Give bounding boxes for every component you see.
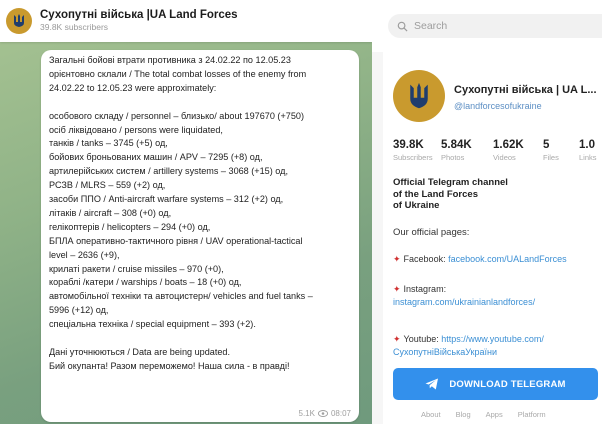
stat-value: 5 bbox=[543, 139, 550, 151]
youtube-link-row: ✦ Youtube: https://www.youtube.com/ Сухоп… bbox=[393, 333, 598, 358]
search-icon bbox=[397, 21, 408, 32]
message-line: автомобільної техніки та автоцистерн/ ve… bbox=[49, 291, 313, 302]
message-line: level – 2636 (+9), bbox=[49, 249, 120, 260]
footer-link-about[interactable]: About bbox=[421, 410, 441, 419]
stat-subscribers[interactable]: 39.8K Subscribers bbox=[393, 138, 433, 164]
facebook-link-row: ✦ Facebook: facebook.com/UALandForces bbox=[393, 253, 598, 266]
profile-handle[interactable]: @landforcesofukraine bbox=[454, 101, 542, 111]
stat-label: Videos bbox=[493, 153, 516, 162]
stat-value: 39.8K bbox=[393, 139, 424, 151]
stat-label: Files bbox=[543, 153, 559, 162]
youtube-label: Youtube: bbox=[403, 334, 439, 344]
telegram-plane-icon bbox=[425, 378, 439, 390]
message-line: бойових броньованих машин / APV – 7295 (… bbox=[49, 152, 263, 163]
message-line: орієнтовно склали / The total combat los… bbox=[49, 68, 307, 79]
stat-value: 5.84K bbox=[441, 139, 472, 151]
footer-link-blog[interactable]: Blog bbox=[456, 410, 471, 419]
message-line: крилаті ракети / cruise missiles – 970 (… bbox=[49, 263, 224, 274]
description-line: of the Land Forces bbox=[393, 188, 478, 200]
message-line: кораблі /катери / warships / boats – 18 … bbox=[49, 277, 242, 288]
profile-card: Сухопутні війська | UA L... @landforceso… bbox=[383, 52, 602, 424]
message-line: РСЗВ / MLRS – 559 (+2) од, bbox=[49, 180, 166, 191]
facebook-label: Facebook: bbox=[403, 254, 446, 264]
eye-icon bbox=[317, 410, 328, 417]
stat-links[interactable]: 1.0 Links bbox=[579, 138, 597, 164]
download-label: DOWNLOAD TELEGRAM bbox=[449, 378, 566, 390]
channel-title[interactable]: Сухопутні війська |UA Land Forces bbox=[40, 9, 238, 22]
pushpin-icon: ✦ bbox=[393, 254, 401, 264]
message-meta: 5.1K 08:07 bbox=[299, 409, 352, 418]
stat-value: 1.0 bbox=[579, 139, 595, 151]
message-line: танків / tanks – 3745 (+5) од, bbox=[49, 138, 168, 149]
message-line: артилерійських систем / artillery system… bbox=[49, 166, 288, 177]
footer-links: About Blog Apps Platform bbox=[421, 410, 546, 419]
message-line: осіб ліквідовано / persons were liquidat… bbox=[49, 124, 223, 135]
channel-message[interactable]: Загальні бойові втрати противника з 24.0… bbox=[41, 50, 359, 422]
download-telegram-button[interactable]: DOWNLOAD TELEGRAM bbox=[393, 368, 598, 400]
search-input[interactable]: Search bbox=[388, 14, 602, 38]
message-line: БПЛА оперативно-тактичного рівня / UAV o… bbox=[49, 235, 303, 246]
message-line: літаків / aircraft – 308 (+0) од, bbox=[49, 207, 172, 218]
youtube-link-path[interactable]: СухопутніВійськаУкраїни bbox=[393, 347, 497, 357]
stat-label: Subscribers bbox=[393, 153, 433, 162]
stat-label: Photos bbox=[441, 153, 465, 162]
message-line: Бий окупанта! Разом переможемо! Наша сил… bbox=[49, 360, 290, 371]
instagram-label: Instagram: bbox=[403, 284, 447, 294]
message-line: особового складу / personnel – близько/ … bbox=[49, 110, 304, 121]
footer-link-platform[interactable]: Platform bbox=[518, 410, 546, 419]
message-text: Загальні бойові втрати противника з 24.0… bbox=[49, 54, 351, 374]
trident-icon bbox=[6, 8, 32, 34]
subscriber-count: 39.8K subscribers bbox=[40, 22, 109, 32]
message-line: спеціальна техніка / special equipment –… bbox=[49, 319, 256, 330]
message-line: Дані уточнюються / Data are being update… bbox=[49, 347, 230, 357]
stat-label: Links bbox=[579, 153, 597, 162]
pushpin-icon: ✦ bbox=[393, 334, 401, 344]
chat-header[interactable]: Сухопутні війська |UA Land Forces 39.8K … bbox=[0, 0, 372, 42]
description-line: Official Telegram channel bbox=[393, 177, 508, 188]
profile-name: Сухопутні війська | UA L... bbox=[454, 84, 597, 96]
view-count: 5.1K bbox=[298, 409, 315, 418]
description-line: of Ukraine bbox=[393, 200, 440, 211]
instagram-link[interactable]: instagram.com/ukrainianlandforces/ bbox=[393, 297, 535, 307]
trident-icon bbox=[393, 70, 445, 122]
profile-panel: Сухопутні війська | UA L... @landforceso… bbox=[372, 52, 602, 424]
profile-stats: 39.8K Subscribers 5.84K Photos 1.62K Vid… bbox=[393, 138, 602, 168]
search-placeholder: Search bbox=[414, 20, 448, 32]
instagram-link-row: ✦ Instagram: instagram.com/ukrainianlandf… bbox=[393, 283, 598, 308]
message-line: гелікоптерів / helicopters – 294 (+0) од… bbox=[49, 221, 211, 232]
message-time: 08:07 bbox=[330, 409, 351, 418]
youtube-link[interactable]: https://www.youtube.com/ bbox=[441, 334, 544, 344]
message-line: Загальні бойові втрати противника з 24.0… bbox=[49, 55, 291, 65]
stat-videos[interactable]: 1.62K Videos bbox=[493, 138, 524, 164]
message-line: 5996 (+12) од, bbox=[49, 305, 109, 316]
message-line: 24.02.22 to 12.05.23 were approximately: bbox=[49, 82, 217, 93]
facebook-link[interactable]: facebook.com/UALandForces bbox=[448, 254, 567, 264]
channel-description: Official Telegram channel of the Land Fo… bbox=[393, 177, 573, 212]
footer-link-apps[interactable]: Apps bbox=[486, 410, 503, 419]
stat-value: 1.62K bbox=[493, 139, 524, 151]
pushpin-icon: ✦ bbox=[393, 284, 401, 294]
official-pages-label: Our official pages: bbox=[393, 227, 470, 238]
stat-files[interactable]: 5 Files bbox=[543, 138, 559, 164]
search-bar: Search bbox=[372, 0, 602, 52]
message-line: засоби ППО / Anti-aircraft warfare syste… bbox=[49, 194, 284, 205]
stat-photos[interactable]: 5.84K Photos bbox=[441, 138, 472, 164]
